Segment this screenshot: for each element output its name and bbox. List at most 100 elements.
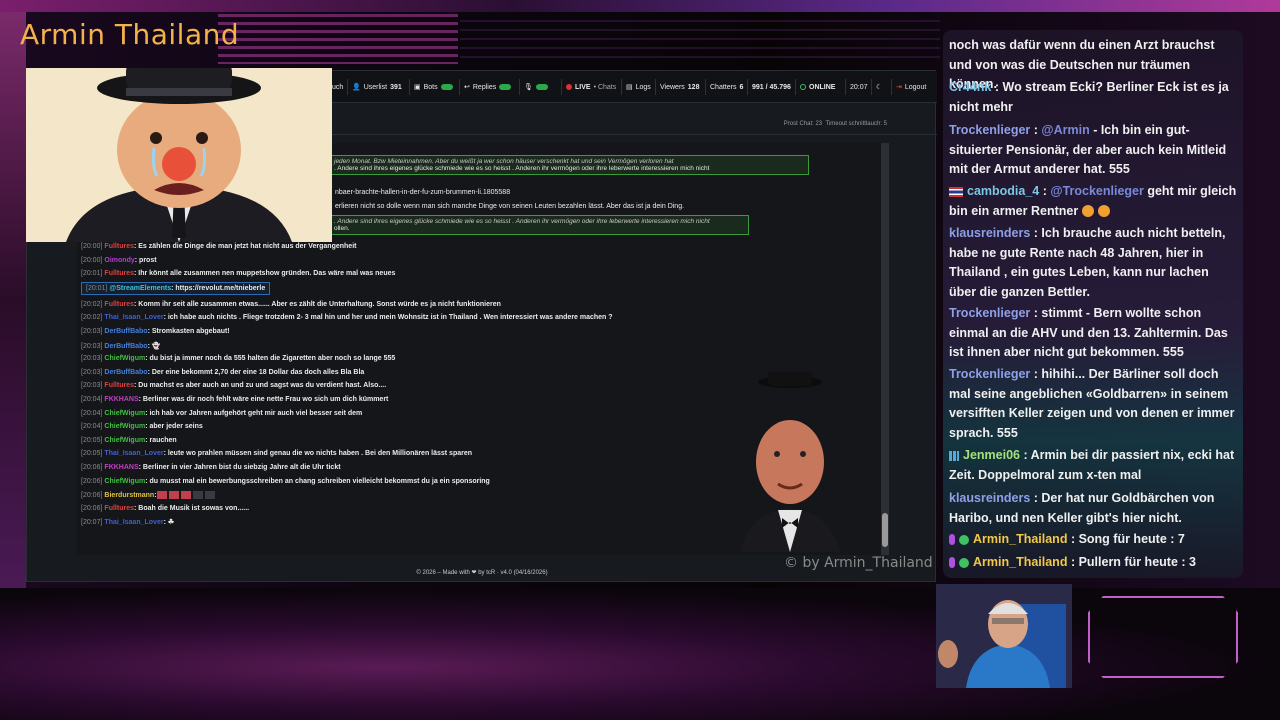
- chat-text: : prost: [134, 256, 157, 264]
- chat-line: [20:02] Fulltures: Komm ihr seit alle zus…: [81, 301, 501, 308]
- overlay-message: Jenmei06 : Armin bei dir passiert nix, e…: [949, 446, 1239, 485]
- chat-line: [20:04] ChiefWigum: ich hab vor Jahren au…: [81, 410, 362, 417]
- chat-timestamp: [20:05]: [81, 436, 103, 444]
- chat-text: : Stromkasten abgebaut!: [147, 328, 230, 335]
- chat-text: : 👻: [147, 342, 161, 350]
- scroll-thumb[interactable]: [882, 513, 888, 547]
- chat-username[interactable]: ChiefWigum: [104, 478, 145, 485]
- overlay-text: : Pullern für heute : 3: [1067, 555, 1196, 569]
- watermark: © by Armin_Thailand: [784, 555, 933, 571]
- chat-timestamp: [20:06]: [81, 464, 103, 471]
- chat-line: [20:06] FKKHANS: Berliner in vier Jahren …: [81, 464, 341, 471]
- chat-line: [20:05] Thai_Isaan_Lover: leute wo prahle…: [81, 450, 472, 457]
- chat-username[interactable]: Fulltures: [104, 270, 134, 277]
- chat-username[interactable]: Thai_Isaan_Lover: [104, 314, 163, 321]
- chat-line: [20:04] ChiefWigum: aber jeder seins: [81, 423, 203, 430]
- chat-username[interactable]: FKKHANS: [104, 396, 138, 403]
- chat-timestamp: [20:07]: [81, 519, 103, 527]
- overlay-message: klausreinders : Der hat nur Goldbärchen …: [949, 489, 1239, 528]
- chat-username[interactable]: Thai_Isaan_Lover: [104, 519, 163, 526]
- chat-timestamp: [20:04]: [81, 423, 103, 431]
- moon-icon: ☾: [876, 84, 883, 91]
- chat-username[interactable]: FKKHANS: [104, 464, 138, 471]
- chat-timestamp: [20:05]: [81, 450, 103, 458]
- highlight-message: . Andere sind ihres eigenes glücke schmi…: [327, 215, 749, 235]
- chat-username[interactable]: Oimondy: [104, 257, 134, 264]
- overlay-message: Armin_Thailand : Pullern für heute : 3: [949, 553, 1239, 573]
- overlay-username: Armin_Thailand: [973, 532, 1068, 546]
- chat-text: : du musst mal ein bewerbungsschreiben a…: [145, 477, 490, 485]
- nav-counter: 991 / 45.796: [747, 79, 795, 95]
- nav-live[interactable]: LIVE • Chats: [561, 79, 620, 95]
- chat-text: : Berliner in vier Jahren bist du siebzi…: [138, 464, 341, 471]
- nav-logs[interactable]: ▤ Logs: [621, 79, 655, 95]
- overlay-username: Cr44nk: [949, 80, 992, 94]
- chat-username[interactable]: Fulltures: [104, 505, 134, 512]
- chat-timestamp: [20:04]: [81, 396, 103, 403]
- chat-line: [20:01] @StreamElements: https://revolut.…: [81, 281, 271, 295]
- overlay-message: Armin_Thailand : Song für heute : 7: [949, 530, 1239, 550]
- mic-badge-icon: [949, 557, 955, 569]
- live-dot-icon: [566, 84, 572, 90]
- overlay-username: Armin_Thailand: [973, 555, 1068, 569]
- chat-timestamp: [20:03]: [81, 328, 103, 335]
- emote-icon: [180, 491, 191, 500]
- chat-text: : Boah die Musik ist sowas von......: [133, 504, 250, 512]
- chat-text: : Es zählen die Dinge die man jetzt hat …: [133, 243, 357, 250]
- mention: @Armin: [1041, 123, 1090, 137]
- chat-text: : ich habe auch nichts . Fliege trotzdem…: [163, 314, 613, 322]
- nav-theme[interactable]: ☾: [871, 79, 886, 95]
- chat-text: : ich hab vor Jahren aufgehört geht mir …: [145, 409, 363, 417]
- chat-username[interactable]: Fulltures: [104, 382, 134, 389]
- chat-timestamp: [20:01]: [86, 284, 108, 292]
- chat-text: : ☘: [163, 519, 175, 527]
- chat-username[interactable]: DerBuffBabo: [104, 328, 147, 335]
- replies-toggle[interactable]: [499, 84, 512, 90]
- chat-text: : rauchen: [145, 436, 177, 444]
- portrait-painting: [720, 364, 860, 552]
- logout-icon: ⇥: [896, 84, 902, 91]
- chat-username[interactable]: Fulltures: [104, 301, 134, 308]
- chat-line: [20:03] Fulltures: Du machst es aber auch…: [81, 382, 386, 389]
- flag-icon: [949, 186, 963, 197]
- nav-replies[interactable]: ↩ Replies: [459, 79, 515, 95]
- chat-username[interactable]: ChiefWigum: [104, 355, 145, 362]
- stats-text: Prost Chat: 23 Timeout schnittlauch: 5: [783, 121, 887, 127]
- chat-scrollbar[interactable]: [881, 143, 889, 555]
- chat-timestamp: [20:01]: [81, 270, 103, 278]
- logs-icon: ▤: [626, 84, 633, 91]
- overlay-message: Trockenlieger : @Armin - Ich bin ein gut…: [949, 121, 1239, 180]
- mic-toggle[interactable]: [535, 84, 548, 90]
- nav-logout[interactable]: ⇥ Logout: [891, 79, 930, 95]
- overlay-username: Trockenlieger: [949, 306, 1031, 320]
- chat-username[interactable]: ChiefWigum: [104, 423, 145, 430]
- chat-timestamp: [20:04]: [81, 409, 103, 417]
- chat-username[interactable]: ChiefWigum: [104, 437, 145, 444]
- chat-username[interactable]: DerBuffBabo: [104, 343, 147, 350]
- badge-icon: [949, 450, 959, 461]
- separator: :: [1030, 123, 1042, 137]
- chat-text: : https://revolut.me/tnieberle: [171, 284, 266, 292]
- online-icon: [800, 84, 806, 90]
- chat-text: : Komm ihr seit alle zusammen etwas.....…: [133, 300, 501, 308]
- nav-bots[interactable]: ▣ Bots: [409, 79, 457, 95]
- chat-username[interactable]: Thai_Isaan_Lover: [104, 450, 163, 457]
- overlay-text: : Wo stream Ecki? Berliner Eck ist es ja…: [949, 80, 1229, 114]
- chat-username[interactable]: @StreamElements: [109, 285, 171, 292]
- chat-line-partial: nbaer-brachte-hallen-in-der-fu-zum-brumm…: [335, 189, 511, 196]
- chat-username[interactable]: DerBuffBabo: [104, 369, 147, 376]
- left-glow-bar: [0, 12, 26, 588]
- chat-username[interactable]: ChiefWigum: [104, 410, 145, 417]
- chat-timestamp: [20:03]: [81, 382, 103, 390]
- nav-time: 20:07: [845, 79, 872, 95]
- overlay-message: Trockenlieger : hihihi... Der Bärliner s…: [949, 365, 1239, 443]
- mention: @Trockenlieger: [1050, 184, 1144, 198]
- chat-line: [20:01] Fulltures: Ihr könnt alle zusamme…: [81, 270, 395, 277]
- emote-icon: [156, 491, 167, 500]
- nav-userlist[interactable]: 👤 Userlist 391: [347, 79, 406, 95]
- nav-mic[interactable]: 🎙: [519, 79, 552, 95]
- overlay-username: Trockenlieger: [949, 123, 1031, 137]
- bots-toggle[interactable]: [440, 84, 453, 90]
- chat-username[interactable]: Fulltures: [104, 243, 134, 250]
- chat-username[interactable]: Bierdurstmann: [104, 492, 154, 499]
